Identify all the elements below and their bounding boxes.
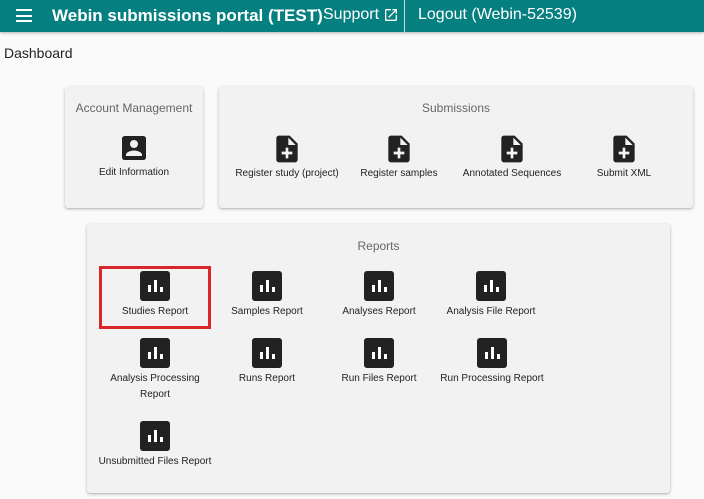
app-title: Webin submissions portal (TEST): [52, 6, 323, 25]
register-study-label: Register study (project): [235, 168, 339, 179]
note-add-icon: [501, 135, 523, 163]
bar-chart-icon: [140, 421, 170, 451]
bar-chart-icon: [476, 271, 506, 301]
run-processing-report-label: Run Processing Report: [440, 373, 544, 384]
reports-title: Reports: [357, 239, 400, 253]
account-management-title: Account Management: [75, 101, 193, 115]
edit-information-label: Edit Information: [98, 167, 170, 178]
bar-chart-icon: [477, 338, 507, 368]
note-add-icon: [276, 135, 298, 163]
annotated-sequences-tile[interactable]: Annotated Sequences: [457, 131, 567, 181]
menu-icon[interactable]: [16, 9, 32, 22]
account-management-card: Account Management Edit Information: [65, 87, 203, 208]
analysis-processing-report-label: Analysis Processing Report: [110, 373, 200, 400]
samples-report-tile[interactable]: Samples Report: [212, 270, 322, 322]
top-app-bar: Webin submissions portal (TEST) Support …: [0, 0, 704, 32]
analyses-report-label: Analyses Report: [342, 306, 416, 317]
submit-xml-tile[interactable]: Submit XML: [574, 131, 674, 181]
open-in-new-icon: [385, 9, 398, 21]
studies-report-highlight: [99, 266, 211, 329]
unsubmitted-files-report-label: Unsubmitted Files Report: [98, 456, 212, 467]
account-box-icon: [122, 136, 146, 160]
bar-chart-icon: [252, 338, 282, 368]
analyses-report-tile[interactable]: Analyses Report: [324, 270, 434, 322]
submit-xml-label: Submit XML: [596, 168, 652, 179]
run-files-report-tile[interactable]: Run Files Report: [324, 337, 434, 389]
analysis-processing-report-tile[interactable]: Analysis Processing Report: [100, 337, 210, 405]
runs-report-label: Runs Report: [238, 373, 296, 384]
unsubmitted-files-report-tile[interactable]: Unsubmitted Files Report: [96, 420, 214, 472]
analysis-file-report-label: Analysis File Report: [446, 306, 536, 317]
bar-chart-icon: [364, 271, 394, 301]
submissions-card: Submissions Register study (project) Reg…: [219, 87, 693, 208]
runs-report-tile[interactable]: Runs Report: [212, 337, 322, 389]
samples-report-label: Samples Report: [231, 306, 303, 317]
note-add-icon: [613, 135, 635, 163]
support-link[interactable]: Support: [323, 6, 399, 24]
bar-chart-icon: [252, 271, 282, 301]
bar-chart-icon: [364, 338, 394, 368]
run-files-report-label: Run Files Report: [341, 373, 417, 384]
submissions-title: Submissions: [421, 101, 491, 115]
breadcrumb-dashboard: Dashboard: [4, 45, 73, 61]
register-study-tile[interactable]: Register study (project): [229, 131, 345, 181]
bar-chart-icon: [140, 338, 170, 368]
annotated-sequences-label: Annotated Sequences: [462, 168, 562, 179]
logout-link[interactable]: Logout (Webin-52539): [418, 6, 577, 24]
edit-information-tile[interactable]: Edit Information: [65, 131, 203, 181]
analysis-file-report-tile[interactable]: Analysis File Report: [436, 270, 546, 322]
register-samples-tile[interactable]: Register samples: [344, 131, 454, 181]
note-add-icon: [388, 135, 410, 163]
support-label: Support: [323, 6, 380, 23]
header-divider: [404, 0, 405, 32]
register-samples-label: Register samples: [360, 168, 438, 179]
run-processing-report-tile[interactable]: Run Processing Report: [436, 337, 548, 389]
